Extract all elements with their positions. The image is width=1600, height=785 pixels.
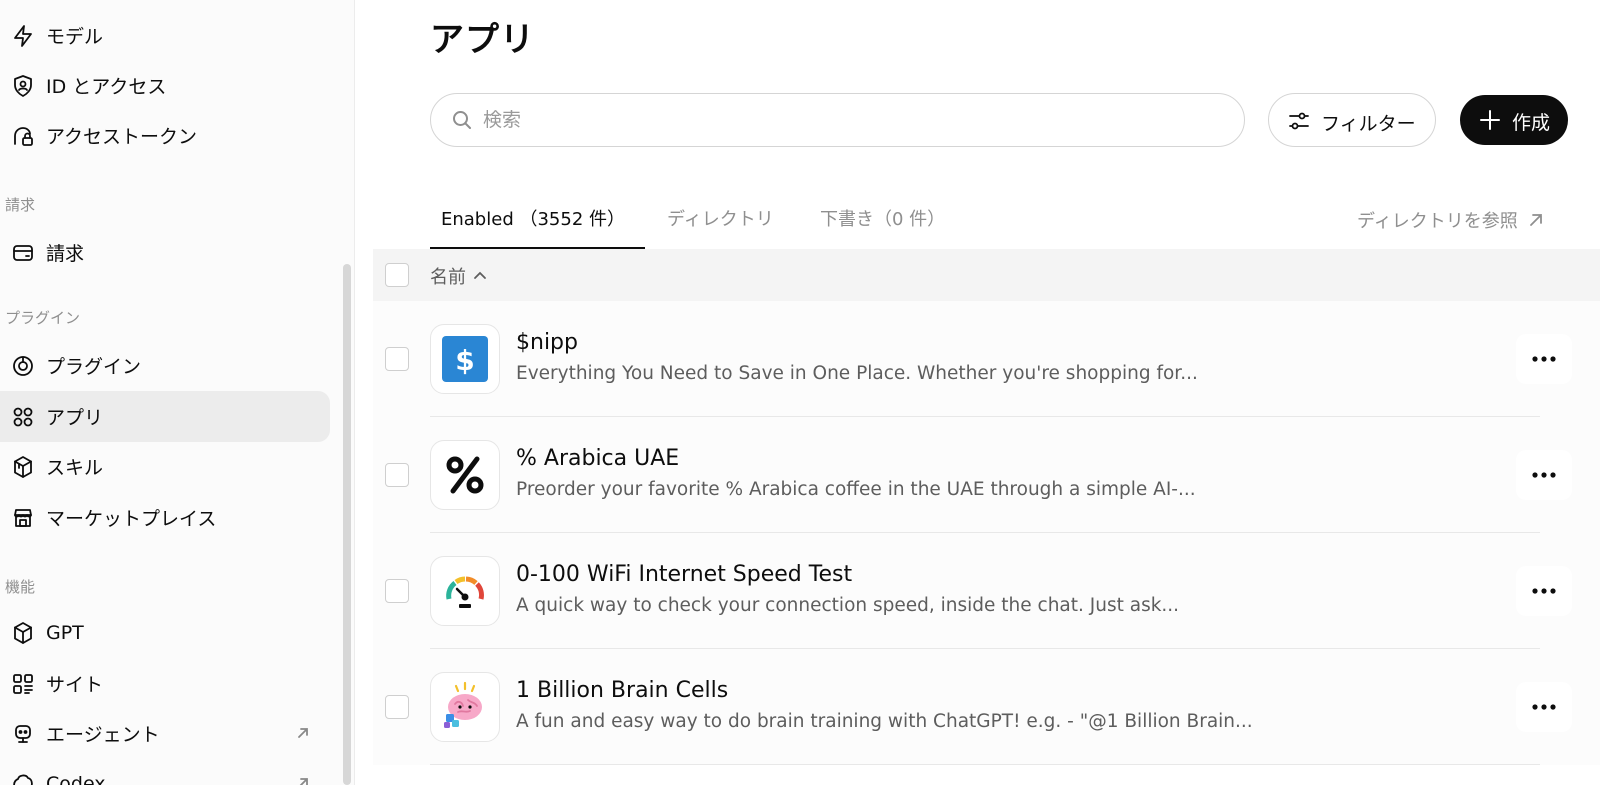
row-divider xyxy=(430,764,1540,765)
sidebar-item-label: ID とアクセス xyxy=(46,76,167,98)
sidebar-item-label: マーケットプレイス xyxy=(46,508,217,530)
sidebar-item-label: エージェント xyxy=(46,724,160,746)
sidebar-item-skills[interactable]: スキル xyxy=(0,441,330,492)
tab-enabled[interactable]: Enabled （3552 件） xyxy=(441,205,625,231)
app-logo xyxy=(430,440,500,510)
app-description: Everything You Need to Save in One Place… xyxy=(516,363,1198,384)
grid-icon xyxy=(10,671,36,697)
cube-icon xyxy=(10,620,36,646)
table-row[interactable]: $ $nipp Everything You Need to Save in O… xyxy=(373,301,1600,417)
search-icon xyxy=(451,109,473,131)
app-description: A quick way to check your connection spe… xyxy=(516,595,1180,616)
create-label: 作成 xyxy=(1512,112,1551,134)
section-features: 機能 xyxy=(5,578,36,596)
sidebar-item-label: サイト xyxy=(46,674,104,696)
select-all-checkbox[interactable] xyxy=(385,263,409,287)
store-icon xyxy=(10,505,36,531)
more-icon xyxy=(1532,588,1556,594)
sidebar-scrollbar[interactable] xyxy=(343,264,351,785)
sidebar-item-agents[interactable]: エージェント xyxy=(0,708,330,759)
more-options-button[interactable] xyxy=(1516,450,1572,500)
row-checkbox[interactable] xyxy=(385,579,409,603)
search-input[interactable] xyxy=(483,106,1223,134)
sidebar-item-label: 請求 xyxy=(46,243,85,265)
app-name[interactable]: 0-100 WiFi Internet Speed Test xyxy=(516,562,852,587)
codex-icon xyxy=(10,771,36,785)
tab-directory[interactable]: ディレクトリ xyxy=(667,205,774,231)
filter-button[interactable]: フィルター xyxy=(1268,93,1436,147)
sidebar-item-label: プラグイン xyxy=(46,356,142,378)
external-link-icon xyxy=(1529,214,1542,226)
sidebar-item-label: アクセストークン xyxy=(46,126,198,148)
dollar-icon: $ xyxy=(442,336,488,382)
more-icon xyxy=(1532,356,1556,362)
app-description: Preorder your favorite % Arabica coffee … xyxy=(516,479,1196,500)
column-header-name-label: 名前 xyxy=(430,267,466,288)
table-header: 名前 xyxy=(373,249,1600,301)
app-name[interactable]: $nipp xyxy=(516,330,578,355)
app-name[interactable]: % Arabica UAE xyxy=(516,446,679,471)
card-icon xyxy=(10,240,36,266)
row-checkbox[interactable] xyxy=(385,695,409,719)
sidebar-item-plugins[interactable]: プラグイン xyxy=(0,340,330,391)
section-billing: 請求 xyxy=(5,196,36,214)
sliders-icon xyxy=(1287,109,1311,133)
sidebar-item-access-tokens[interactable]: アクセストークン xyxy=(0,110,330,161)
chevron-up-icon xyxy=(474,271,486,279)
row-checkbox[interactable] xyxy=(385,463,409,487)
page-title: アプリ xyxy=(430,20,535,60)
sidebar-item-billing[interactable]: 請求 xyxy=(0,227,330,278)
external-link-icon xyxy=(295,725,313,743)
sidebar-item-label: Codex xyxy=(46,772,106,785)
sidebar-item-label: モデル xyxy=(46,26,104,48)
search-box[interactable] xyxy=(430,93,1245,147)
app-logo: $ xyxy=(430,324,500,394)
sidebar-item-id-access[interactable]: ID とアクセス xyxy=(0,60,330,111)
sidebar-item-label: アプリ xyxy=(46,407,104,429)
more-icon xyxy=(1532,472,1556,478)
sidebar-item-sites[interactable]: サイト xyxy=(0,658,330,709)
sidebar-item-marketplace[interactable]: マーケットプレイス xyxy=(0,492,330,543)
plugin-icon xyxy=(10,353,36,379)
more-options-button[interactable] xyxy=(1516,566,1572,616)
bolt-icon xyxy=(10,23,36,49)
app-logo xyxy=(430,556,500,626)
create-button[interactable]: 作成 xyxy=(1460,95,1568,145)
cube-stack-icon xyxy=(10,454,36,480)
app-logo xyxy=(430,672,500,742)
row-checkbox[interactable] xyxy=(385,347,409,371)
more-options-button[interactable] xyxy=(1516,334,1572,384)
token-lock-icon xyxy=(10,123,36,149)
app-name[interactable]: 1 Billion Brain Cells xyxy=(516,678,728,703)
user-shield-icon xyxy=(10,73,36,99)
sidebar-item-label: GPT xyxy=(46,621,84,644)
sidebar-item-gpt[interactable]: GPT xyxy=(0,607,330,658)
tab-drafts[interactable]: 下書き（0 件） xyxy=(820,205,945,231)
sidebar: モデル ID とアクセス アクセストークン 請求 請求 プラグイン プラグイン … xyxy=(0,0,355,785)
sidebar-item-label: スキル xyxy=(46,457,104,479)
apps-icon xyxy=(10,404,36,430)
plus-icon xyxy=(1478,108,1502,132)
section-plugins: プラグイン xyxy=(5,309,81,327)
filter-label: フィルター xyxy=(1321,113,1416,135)
table-row[interactable]: 1 Billion Brain Cells A fun and easy way… xyxy=(373,649,1600,765)
more-icon xyxy=(1532,704,1556,710)
browse-directory-link[interactable]: ディレクトリを参照 xyxy=(1357,207,1544,233)
table-row[interactable]: % Arabica UAE Preorder your favorite % A… xyxy=(373,417,1600,533)
sidebar-item-apps[interactable]: アプリ xyxy=(0,391,330,442)
sidebar-item-models[interactable]: モデル xyxy=(0,10,330,61)
brain-icon xyxy=(444,681,482,728)
external-link-icon xyxy=(295,775,313,785)
app-description: A fun and easy way to do brain training … xyxy=(516,711,1253,732)
table-row[interactable]: 0-100 WiFi Internet Speed Test A quick w… xyxy=(373,533,1600,649)
robot-icon xyxy=(10,721,36,747)
percent-icon xyxy=(446,456,484,494)
browse-directory-label: ディレクトリを参照 xyxy=(1357,211,1518,232)
speedometer-icon xyxy=(446,576,484,608)
more-options-button[interactable] xyxy=(1516,682,1572,732)
column-header-name[interactable]: 名前 xyxy=(430,263,488,289)
svg-text:$: $ xyxy=(455,344,474,377)
sidebar-item-codex[interactable]: Codex xyxy=(0,758,330,785)
